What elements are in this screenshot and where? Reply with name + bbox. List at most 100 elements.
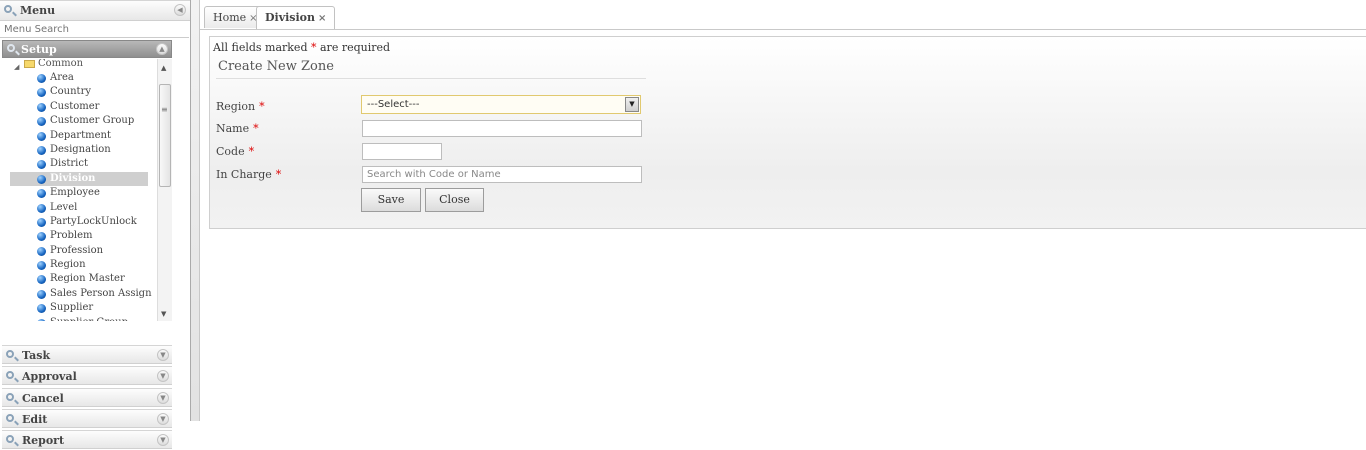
tree-item-supplier[interactable]: Supplier xyxy=(2,301,157,315)
region-label-text: Region xyxy=(216,100,256,113)
form-panel: All fields marked * are required Create … xyxy=(209,36,1366,229)
search-icon xyxy=(4,5,12,13)
search-icon xyxy=(6,435,14,443)
search-icon xyxy=(6,350,14,358)
chevron-down-icon[interactable]: ▼ xyxy=(157,370,169,382)
tab-bar: Home × Division × xyxy=(200,0,1366,30)
tree-item-partylockunlock[interactable]: PartyLockUnlock xyxy=(2,215,157,229)
bullet-icon xyxy=(37,217,46,227)
tree-item-label: Problem xyxy=(50,230,93,242)
tree-item-problem[interactable]: Problem xyxy=(2,229,157,243)
search-icon xyxy=(6,371,14,379)
incharge-label: In Charge * xyxy=(216,168,281,181)
tree-item-label: District xyxy=(50,158,88,170)
name-label-text: Name xyxy=(216,122,250,135)
bullet-icon xyxy=(37,117,46,127)
scroll-up-icon[interactable]: ▲ xyxy=(161,64,166,72)
tree-item-customer[interactable]: Customer xyxy=(2,100,157,114)
region-selected-value: ---Select--- xyxy=(367,99,420,110)
bullet-icon xyxy=(37,304,46,314)
chevron-down-icon[interactable]: ▼ xyxy=(157,413,169,425)
tree-item-employee[interactable]: Employee xyxy=(2,186,157,200)
bullet-icon xyxy=(37,232,46,242)
tree-item-label: Region Master xyxy=(50,273,125,285)
name-input[interactable] xyxy=(362,120,642,137)
section-header-approval[interactable]: Approval ▼ xyxy=(2,366,172,385)
incharge-search-input[interactable] xyxy=(362,166,642,183)
tree-item-designation[interactable]: Designation xyxy=(2,143,157,157)
section-header-task[interactable]: Task ▼ xyxy=(2,345,172,364)
tab-division[interactable]: Division × xyxy=(256,6,336,29)
incharge-label-text: In Charge xyxy=(216,168,272,181)
tree-item-label: Country xyxy=(50,86,92,98)
code-label: Code * xyxy=(216,145,254,158)
tree-item-profession[interactable]: Profession xyxy=(2,244,157,258)
tree-item-label: Profession xyxy=(50,244,104,256)
tree-item-label: Employee xyxy=(50,187,100,199)
tree-item-district[interactable]: District xyxy=(2,157,157,171)
region-select[interactable]: ---Select--- ▼ xyxy=(361,95,641,114)
chevron-down-icon[interactable]: ▼ xyxy=(157,349,169,361)
section-title: Task xyxy=(22,349,51,362)
chevron-down-icon[interactable]: ▼ xyxy=(157,392,169,404)
bullet-icon xyxy=(37,289,46,299)
tree-item-level[interactable]: Level xyxy=(2,201,157,215)
menu-header[interactable]: Menu ◀ xyxy=(0,0,190,21)
section-header-cancel[interactable]: Cancel ▼ xyxy=(2,388,172,407)
scrollbar-thumb[interactable] xyxy=(159,84,171,187)
required-star: * xyxy=(259,100,265,113)
chevron-down-icon[interactable]: ▼ xyxy=(157,434,169,446)
tree-item-division[interactable]: Division xyxy=(10,171,148,187)
required-note-suffix: are required xyxy=(320,41,391,54)
code-input[interactable] xyxy=(362,143,442,160)
close-button[interactable]: Close xyxy=(425,188,484,212)
tree-item-region[interactable]: Region xyxy=(2,258,157,272)
tree-scrollbar[interactable]: ▲ ≡ ▼ xyxy=(157,59,172,321)
tree-item-sales-person-assign[interactable]: Sales Person Assign xyxy=(2,287,157,301)
tree-item-department[interactable]: Department xyxy=(2,129,157,143)
tree-item-label: PartyLockUnlock xyxy=(50,215,137,227)
tree-item-label: Level xyxy=(50,201,78,213)
menu-search-input[interactable] xyxy=(0,21,189,38)
tree-item-label: Sales Person Assign xyxy=(50,287,152,299)
scroll-down-icon[interactable]: ▼ xyxy=(161,310,166,318)
bullet-icon xyxy=(37,261,46,271)
close-tab-icon[interactable]: × xyxy=(318,13,326,24)
tree-item-list: Area Country Customer Customer Group Departm… xyxy=(2,71,157,321)
chevron-up-icon[interactable]: ▲ xyxy=(156,43,168,55)
setup-section-header[interactable]: Setup ▲ xyxy=(2,40,172,58)
setup-tree: ◢ Common Area Country Customer Customer Gro… xyxy=(2,59,157,321)
section-title: Cancel xyxy=(22,392,64,405)
section-header-edit[interactable]: Edit ▼ xyxy=(2,409,172,428)
bullet-icon xyxy=(37,246,46,256)
tab-home-label: Home xyxy=(213,11,247,24)
sidebar-splitter[interactable] xyxy=(191,0,200,421)
tree-item-label: Supplier xyxy=(50,302,94,314)
tree-item-label: Department xyxy=(50,129,111,141)
bullet-icon xyxy=(37,102,46,112)
collapse-sidebar-icon[interactable]: ◀ xyxy=(174,4,186,16)
sidebar: Menu ◀ Setup ▲ ◢ Common Area Country Custo… xyxy=(0,0,191,449)
section-title: Approval xyxy=(22,370,77,383)
chevron-down-icon[interactable]: ▼ xyxy=(625,97,639,112)
section-title: Report xyxy=(22,434,65,447)
name-label: Name * xyxy=(216,122,259,135)
save-button[interactable]: Save xyxy=(361,188,421,212)
tree-item-label: Supplier Group xyxy=(50,317,128,321)
grip-icon: ≡ xyxy=(161,105,168,114)
tree-item-country[interactable]: Country xyxy=(2,85,157,99)
bullet-icon xyxy=(37,203,46,213)
required-star: * xyxy=(253,122,259,135)
tree-item-supplier-group[interactable]: Supplier Group xyxy=(2,316,157,321)
tree-item-customer-group[interactable]: Customer Group xyxy=(2,114,157,128)
tree-item-area[interactable]: Area xyxy=(2,71,157,85)
tree-item-label: Designation xyxy=(50,143,111,155)
required-star: * xyxy=(311,41,317,54)
bullet-icon xyxy=(37,160,46,170)
tree-folder-common[interactable]: ◢ Common xyxy=(14,59,83,71)
search-icon xyxy=(6,393,14,401)
section-header-report[interactable]: Report ▼ xyxy=(2,430,172,449)
bullet-icon xyxy=(37,88,46,98)
tree-item-label: Customer xyxy=(50,100,100,112)
tree-item-region-master[interactable]: Region Master xyxy=(2,272,157,286)
